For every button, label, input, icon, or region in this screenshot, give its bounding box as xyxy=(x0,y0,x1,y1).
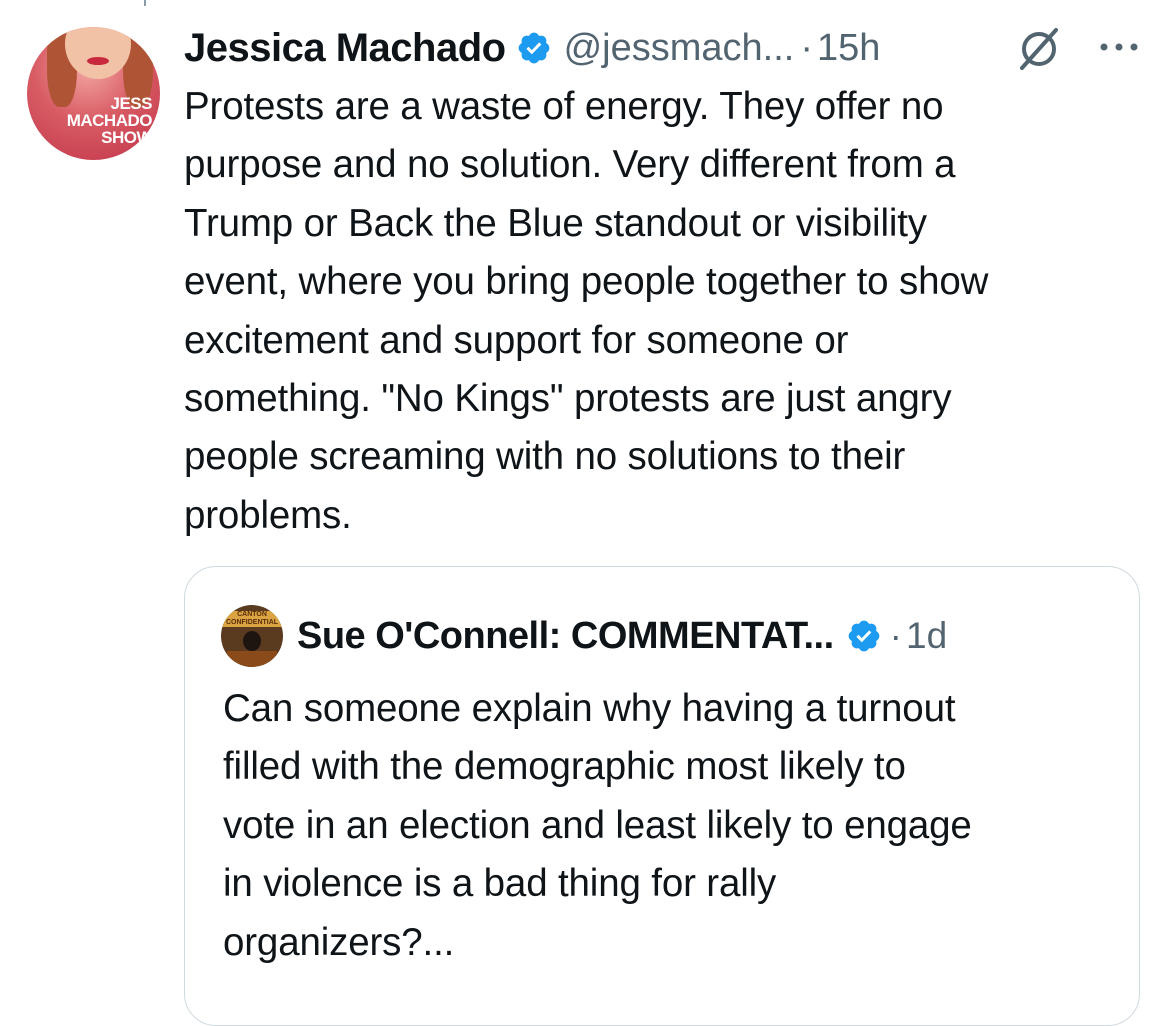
quote-author-name[interactable]: Sue O'Connell: COMMENTAT... xyxy=(297,615,834,658)
quote-timestamp[interactable]: 1d xyxy=(906,615,947,657)
quote-separator: · xyxy=(889,615,902,656)
post-header: Jessica Machado @jessmach... · 15h xyxy=(184,18,1154,78)
quoted-post[interactable]: CANTON CONFIDENTIAL Sue O'Connell: COMME… xyxy=(184,566,1140,1026)
post-text: Protests are a waste of energy. They off… xyxy=(184,85,989,537)
avatar-person xyxy=(243,631,261,651)
author-avatar[interactable]: JESS MACHADO SHOW xyxy=(27,27,160,160)
verified-badge-icon[interactable] xyxy=(846,618,882,654)
author-handle[interactable]: @jessmach... xyxy=(564,27,795,70)
grok-icon[interactable] xyxy=(1014,24,1064,74)
avatar-sign-text: CANTON CONFIDENTIAL xyxy=(225,611,279,626)
quote-header: Sue O'Connell: COMMENTAT... · 1d xyxy=(297,603,947,669)
author-name[interactable]: Jessica Machado xyxy=(184,26,506,71)
header-separator: · xyxy=(800,26,813,69)
quote-text: Can someone explain why having a turnout… xyxy=(223,687,972,964)
post-timestamp[interactable]: 15h xyxy=(817,27,880,70)
more-icon[interactable] xyxy=(1094,32,1144,62)
verified-badge-icon[interactable] xyxy=(516,30,552,66)
avatar-lips xyxy=(87,57,109,65)
avatar-brand-text: JESS MACHADO SHOW xyxy=(66,94,153,147)
avatar-table xyxy=(227,651,277,667)
thread-connector xyxy=(144,0,146,6)
quote-author-avatar[interactable]: CANTON CONFIDENTIAL xyxy=(221,605,283,667)
